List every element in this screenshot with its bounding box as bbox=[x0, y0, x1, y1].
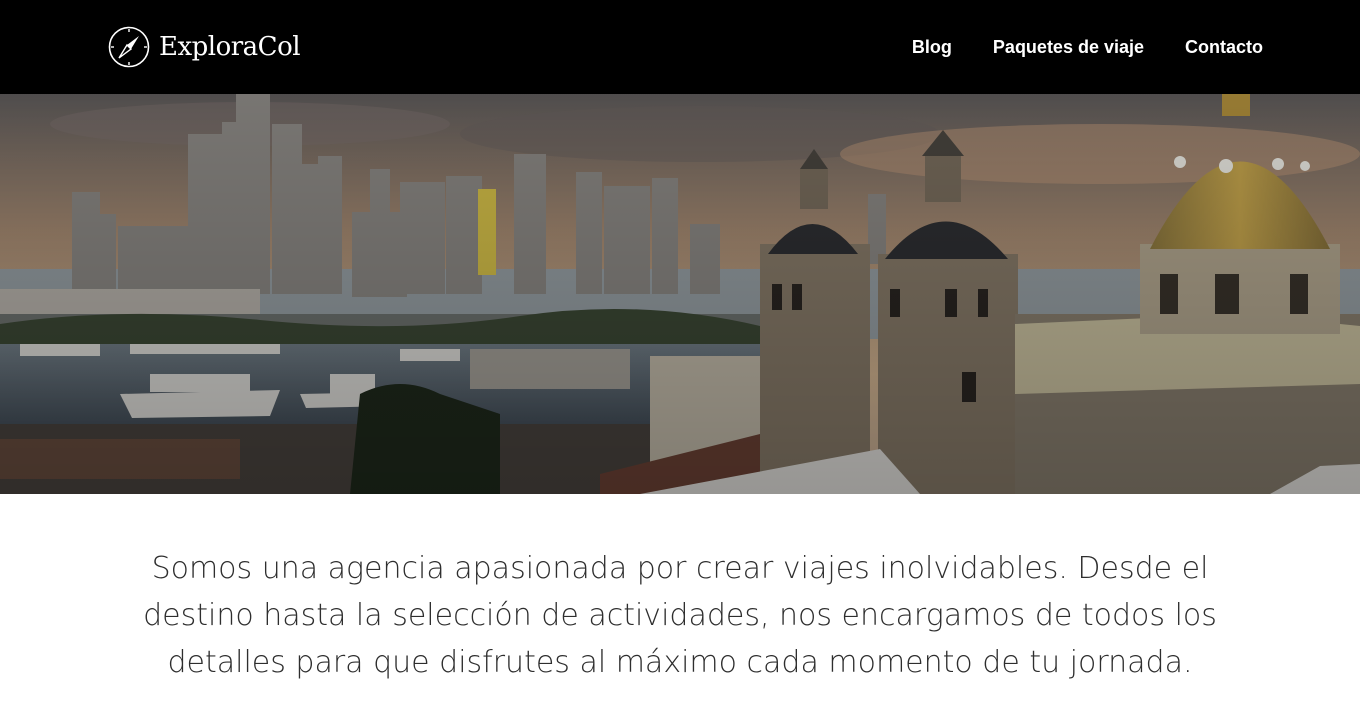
intro-text: Somos una agencia apasionada por crear v… bbox=[0, 545, 1360, 686]
intro-line: detalles para que disfrutes al máximo ca… bbox=[167, 645, 1193, 680]
top-navbar: ExploraCol Blog Paquetes de viaje Contac… bbox=[0, 0, 1360, 94]
nav-link-blog[interactable]: Blog bbox=[912, 0, 952, 94]
nav-link-contacto[interactable]: Contacto bbox=[1185, 0, 1263, 94]
intro-line: destino hasta la selección de actividade… bbox=[143, 598, 1217, 633]
brand-logo-link[interactable]: ExploraCol bbox=[108, 26, 301, 68]
hero-photo bbox=[0, 94, 1360, 494]
main-nav: Blog Paquetes de viaje Contacto bbox=[912, 0, 1263, 94]
compass-icon bbox=[108, 26, 150, 68]
hero-image bbox=[0, 94, 1360, 494]
nav-link-paquetes[interactable]: Paquetes de viaje bbox=[993, 0, 1144, 94]
intro-line: Somos una agencia apasionada por crear v… bbox=[151, 551, 1209, 586]
brand-name: ExploraCol bbox=[159, 32, 301, 62]
